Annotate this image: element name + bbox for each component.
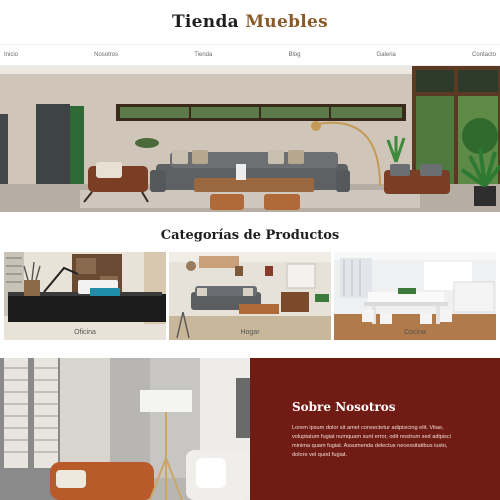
category-label-oficina: Oficina: [74, 329, 96, 336]
categories-title: Categorías de Productos: [160, 228, 340, 243]
main-navigation: Inicio Nosotros Tienda Blog Galeria Cont…: [0, 44, 500, 66]
category-card-cocina[interactable]: [334, 252, 496, 340]
nav-link-galeria[interactable]: Galeria: [377, 52, 396, 58]
nav-link-nosotros[interactable]: Nosotros: [94, 52, 118, 58]
site-header: Tienda Muebles: [0, 0, 500, 44]
hero-image: [0, 66, 500, 212]
brand-name-second: Muebles: [245, 12, 329, 32]
nav-link-inicio[interactable]: Inicio: [4, 52, 18, 58]
brand-name-first: Tienda: [171, 12, 239, 32]
about-image: [0, 358, 250, 500]
nav-link-blog[interactable]: Blog: [288, 52, 300, 58]
nav-link-tienda[interactable]: Tienda: [194, 52, 212, 58]
category-image-cocina: [334, 252, 496, 340]
about-title: Sobre Nosotros: [292, 400, 396, 414]
category-label-cocina: Cocina: [404, 329, 426, 336]
category-image-hogar: [169, 252, 331, 340]
category-label-hogar: Hogar: [240, 329, 260, 336]
nav-link-contacto[interactable]: Contacto: [472, 52, 496, 58]
site-logo[interactable]: Tienda Muebles: [172, 12, 328, 32]
category-card-oficina[interactable]: [4, 252, 166, 340]
about-section: Sobre Nosotros Lorem ipsum dolor sit ame…: [250, 358, 500, 500]
about-text: Lorem ipsum dolor sit amet consectetur a…: [292, 425, 451, 459]
category-card-hogar[interactable]: [169, 252, 331, 340]
category-image-oficina: [4, 252, 166, 340]
